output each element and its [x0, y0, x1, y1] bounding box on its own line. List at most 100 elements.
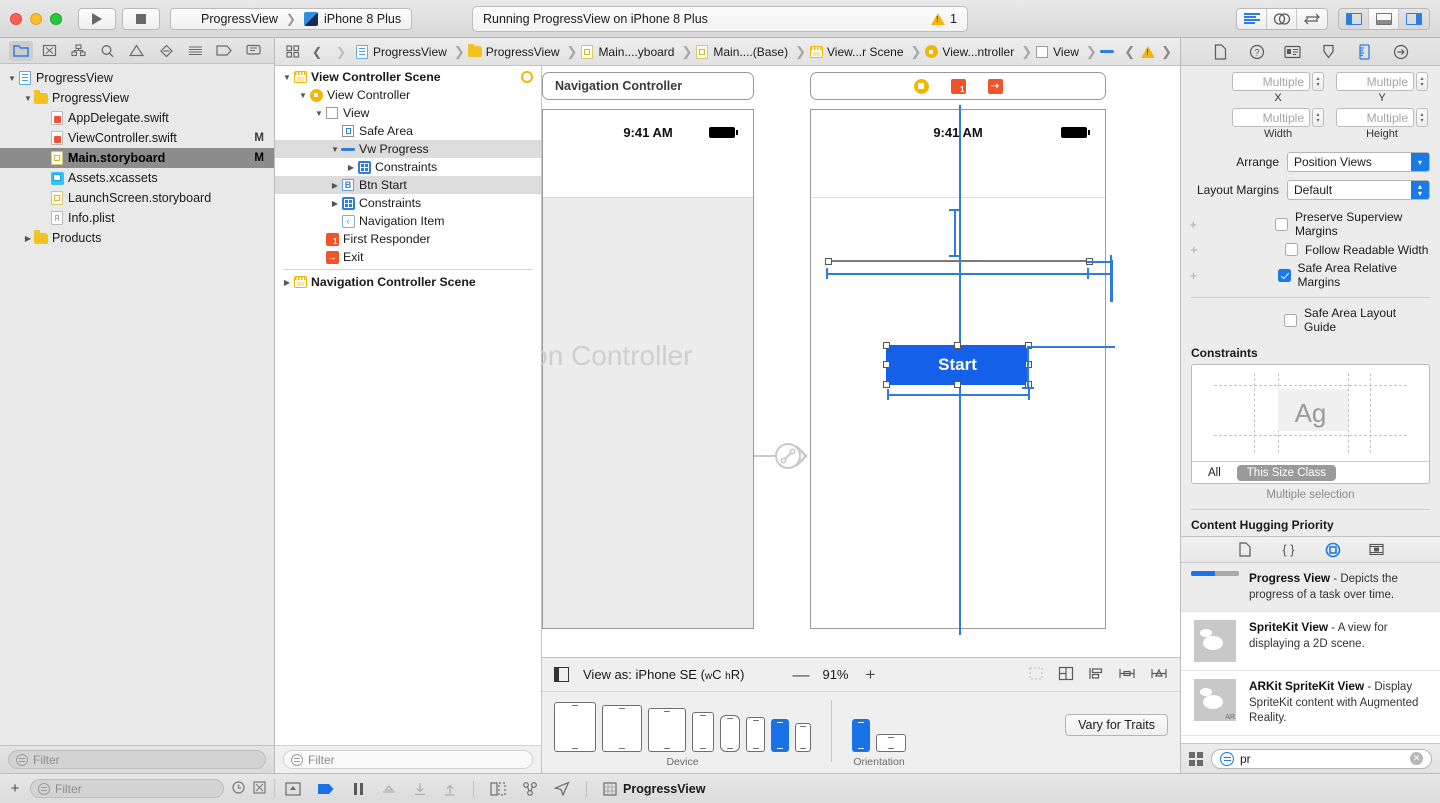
navigator-filter-input[interactable]: Filter	[8, 750, 266, 769]
size-field-input[interactable]: Multiple	[1336, 72, 1414, 91]
view-controller-icon[interactable]	[913, 78, 929, 94]
selection-handle[interactable]	[883, 381, 890, 388]
navigator-row[interactable]: ViewController.swift M	[0, 128, 274, 148]
debug-navigator-tab[interactable]	[183, 41, 207, 61]
warning-indicator[interactable]: 1	[931, 12, 957, 26]
step-over-button[interactable]	[381, 782, 397, 796]
stop-button[interactable]	[122, 7, 160, 30]
zoom-out-button[interactable]: —	[792, 665, 809, 685]
margin-option-row[interactable]: Safe Area Layout Guide	[1181, 304, 1440, 336]
version-editor-button[interactable]	[1297, 9, 1327, 29]
margin-option-row[interactable]: + Follow Readable Width	[1181, 240, 1440, 259]
outline-row[interactable]: → Exit	[275, 248, 541, 266]
size-field-stepper[interactable]: ▴ ▾	[1312, 108, 1324, 127]
add-variation-button[interactable]: +	[1187, 217, 1199, 232]
disclosure-triangle-icon[interactable]: ▼	[6, 74, 18, 83]
zoom-level-label[interactable]: 91%	[822, 667, 848, 682]
symbol-navigator-tab[interactable]	[67, 41, 91, 61]
file-template-library-tab[interactable]	[1236, 541, 1254, 559]
disclosure-triangle-icon[interactable]: ▼	[297, 91, 309, 100]
update-frames-button[interactable]	[1028, 666, 1044, 684]
disclosure-triangle-icon[interactable]: ▶	[281, 278, 293, 287]
first-responder-icon[interactable]	[950, 78, 966, 94]
add-item-button[interactable]: +	[8, 780, 22, 797]
selection-handle[interactable]	[883, 361, 890, 368]
file-inspector-tab[interactable]	[1211, 43, 1231, 61]
view-controller-scene-label[interactable]: ➝	[810, 72, 1106, 100]
breakpoints-toggle-button[interactable]	[317, 783, 335, 795]
issue-navigator-tab[interactable]	[125, 41, 149, 61]
device-iphone-xs-max[interactable]	[692, 712, 714, 752]
outline-row[interactable]: ▼ View Controller	[275, 86, 541, 104]
arrange-popup[interactable]: Position Views ▾	[1287, 152, 1430, 172]
zoom-in-button[interactable]: +	[863, 665, 879, 685]
clear-search-icon[interactable]: ✕	[1410, 752, 1423, 765]
assistant-editor-button[interactable]	[1267, 8, 1297, 29]
add-constraints-button[interactable]	[1118, 666, 1136, 684]
navigator-row[interactable]: ▼ ProgressView	[0, 68, 274, 88]
size-field-stepper[interactable]: ▴ ▾	[1416, 72, 1428, 91]
navigate-forward-button[interactable]: ❯	[331, 45, 351, 59]
breadcrumb-item[interactable]: ProgressView ❯	[467, 43, 581, 60]
project-navigator-tab[interactable]	[8, 40, 33, 61]
panes-segmented-control[interactable]	[1338, 7, 1430, 30]
disclosure-triangle-icon[interactable]: ▼	[281, 73, 293, 82]
project-file-tree[interactable]: ▼ ProgressView ▼ ProgressView AppDelegate.sw…	[0, 64, 274, 745]
breadcrumb-item[interactable]: View ❯	[1035, 44, 1100, 60]
align-button[interactable]	[1088, 666, 1104, 684]
orientation-landscape[interactable]	[876, 734, 906, 752]
exit-icon[interactable]: ➝	[987, 78, 1003, 94]
find-navigator-tab[interactable]	[96, 41, 120, 61]
size-field-input[interactable]: Multiple	[1232, 108, 1310, 127]
connections-inspector-tab[interactable]	[1391, 43, 1411, 61]
toggle-navigator-button[interactable]	[1339, 8, 1369, 29]
breadcrumb-item[interactable]: ProgressView ❯	[355, 44, 468, 60]
outline-row[interactable]: ▶ Navigation Controller Scene	[275, 273, 541, 291]
quick-help-inspector-tab[interactable]: ?	[1247, 43, 1267, 61]
outline-row[interactable]: ▼ View Controller Scene	[275, 68, 541, 86]
navigator-row[interactable]: Main.storyboard M	[0, 148, 274, 168]
scope-icon[interactable]	[253, 780, 266, 797]
next-issue-button[interactable]: ❯	[1161, 44, 1172, 60]
outline-row[interactable]: ▼ View	[275, 104, 541, 122]
hide-debug-area-button[interactable]	[285, 781, 301, 796]
navigator-row[interactable]: Info.plist	[0, 208, 274, 228]
outline-row[interactable]: ▼ Vw Progress	[275, 140, 541, 158]
device-ipad-pro-105[interactable]	[602, 705, 642, 752]
checkbox[interactable]	[1285, 243, 1298, 256]
orientation-portrait[interactable]	[852, 719, 870, 752]
outline-row[interactable]: ‹ Navigation Item	[275, 212, 541, 230]
identity-inspector-tab[interactable]	[1283, 43, 1303, 61]
library-item[interactable]: AR ARKit SpriteKit View - Display SpriteK…	[1181, 671, 1440, 736]
pause-button[interactable]	[351, 782, 365, 796]
zoom-window-button[interactable]	[50, 12, 62, 25]
library-view-mode-button[interactable]	[1189, 751, 1203, 766]
navigate-back-button[interactable]: ❮	[307, 45, 327, 59]
disclosure-triangle-icon[interactable]: ▼	[22, 94, 34, 103]
disclosure-triangle-icon[interactable]: ▼	[313, 109, 325, 118]
history-icon[interactable]	[232, 780, 245, 797]
breadcrumb-item[interactable]: Vw Progress	[1099, 45, 1114, 59]
start-button-element[interactable]: Start	[886, 345, 1029, 385]
scheme-selector[interactable]: ProgressView ❯ iPhone 8 Plus	[170, 7, 413, 30]
device-iphone-xs[interactable]	[720, 715, 740, 752]
media-library-tab[interactable]	[1368, 541, 1386, 559]
device-iphone-8-plus[interactable]	[746, 717, 765, 752]
standard-editor-button[interactable]	[1237, 8, 1267, 29]
device-ipad-pro-129[interactable]	[554, 702, 596, 752]
library-search-input[interactable]: pr ✕	[1211, 748, 1432, 769]
progress-view-element[interactable]	[828, 260, 1090, 262]
size-field-input[interactable]: Multiple	[1336, 108, 1414, 127]
checkbox[interactable]	[1277, 268, 1291, 282]
source-control-navigator-tab[interactable]	[38, 41, 62, 61]
disclosure-triangle-icon[interactable]: ▶	[22, 234, 34, 243]
add-variation-button[interactable]: +	[1187, 242, 1201, 257]
margin-option-row[interactable]: + Preserve Superview Margins	[1181, 208, 1440, 240]
device-ipad[interactable]	[648, 708, 686, 752]
navigator-row[interactable]: ▼ ProgressView	[0, 88, 274, 108]
navigator-row[interactable]: LaunchScreen.storyboard	[0, 188, 274, 208]
library-item-list[interactable]: Progress View - Depicts the progress of …	[1181, 563, 1440, 743]
debug-process-label[interactable]: ProgressView	[603, 782, 705, 796]
breadcrumb-item[interactable]: View...ntroller ❯	[924, 44, 1035, 60]
size-class-this-button[interactable]: This Size Class	[1236, 464, 1337, 481]
